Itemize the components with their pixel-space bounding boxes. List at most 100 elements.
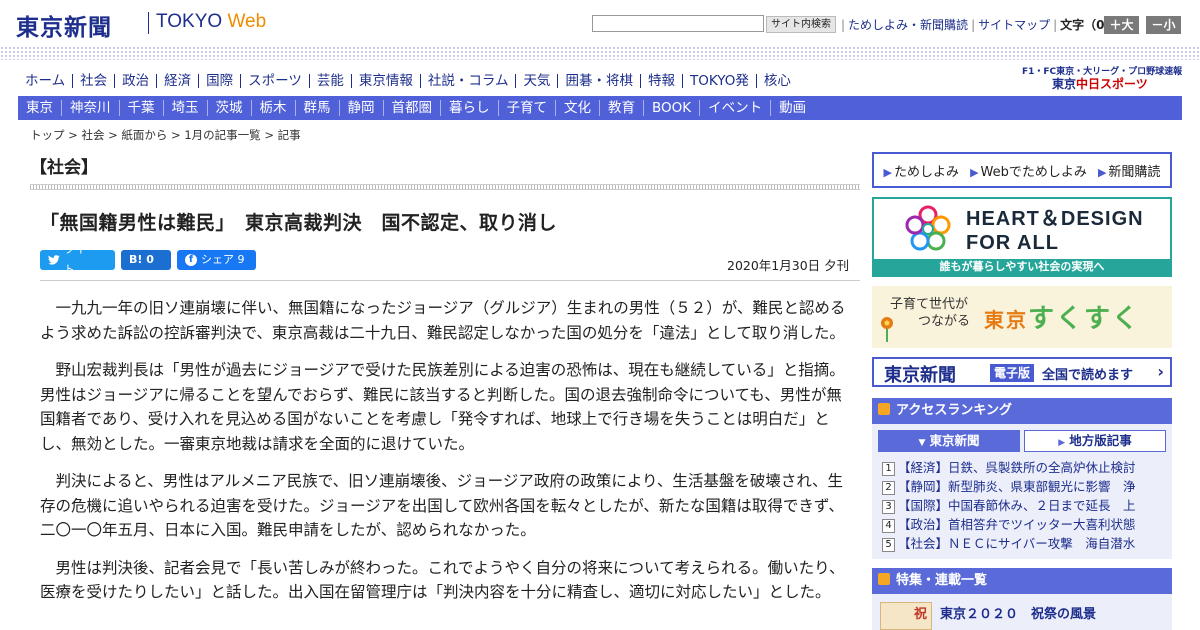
regional-nav-item[interactable]: 千葉 bbox=[120, 100, 164, 116]
site-logo[interactable]: 東京新聞 bbox=[16, 8, 112, 42]
heart-design-caption: 誰もが暮らしやすい社会の実現へ bbox=[874, 259, 1170, 275]
link-separator: | bbox=[1053, 18, 1058, 32]
rank-number: 1 bbox=[882, 462, 895, 476]
link-separator: | bbox=[841, 18, 846, 32]
ranking-item-text: 【社会】ＮＥＣにサイバー攻撃 海自潜水 bbox=[898, 536, 1136, 551]
triangle-down-icon: ▼ bbox=[918, 438, 926, 448]
digital-edition-banner[interactable]: 東京新聞 電子版 全国で読めます › bbox=[872, 357, 1172, 387]
font-smaller-button[interactable]: －小 bbox=[1146, 16, 1181, 34]
ranking-tab-local[interactable]: ▶ 地方版記事 bbox=[1024, 430, 1166, 452]
ranking-tab-local-label: 地方版記事 bbox=[1069, 433, 1132, 448]
nav-item[interactable]: 芸能 bbox=[310, 74, 352, 88]
orange-square-icon bbox=[878, 403, 890, 415]
sukusuku-sub-line1: 子育て世代が bbox=[890, 297, 969, 312]
site-header: 東京新聞 TOKYO Web サイト内検索 | ためしよみ・新聞購読 | サイトマップ… bbox=[0, 0, 1200, 46]
search-input[interactable] bbox=[592, 15, 764, 32]
rank-number: 2 bbox=[882, 481, 895, 495]
regional-nav-item[interactable]: 埼玉 bbox=[164, 100, 208, 116]
regional-nav-item[interactable]: 文化 bbox=[556, 100, 600, 116]
regional-nav-item[interactable]: BOOK bbox=[644, 100, 701, 116]
search-button[interactable]: サイト内検索 bbox=[766, 16, 836, 33]
ranking-item[interactable]: 4 【政治】首相答弁でツイッター大喜利状態 bbox=[882, 515, 1162, 534]
facebook-share-button[interactable]: f シェア 9 bbox=[177, 250, 256, 270]
article-body: 一九九一年の旧ソ連崩壊に伴い、無国籍になったジョージア（グルジア）生まれの男性（… bbox=[40, 296, 850, 618]
link-separator: | bbox=[971, 18, 976, 32]
rank-number: 5 bbox=[882, 538, 895, 552]
heart-design-banner[interactable]: HEART＆DESIGN FOR ALL 誰もが暮らしやすい社会の実現へ bbox=[872, 197, 1172, 277]
orange-square-icon bbox=[878, 573, 890, 585]
regional-nav-item[interactable]: 静岡 bbox=[340, 100, 384, 116]
nav-item[interactable]: ホーム bbox=[18, 74, 74, 88]
nav-item[interactable]: 社会 bbox=[73, 74, 116, 88]
triangle-right-icon: ▶ bbox=[883, 165, 892, 179]
ranking-title: アクセスランキング bbox=[896, 403, 1012, 418]
regional-nav-item[interactable]: 群馬 bbox=[296, 100, 340, 116]
sukusuku-title: 東京すくすく bbox=[984, 298, 1140, 335]
promo-tokyo: 東京 bbox=[1052, 77, 1077, 91]
font-larger-button[interactable]: ＋大 bbox=[1104, 16, 1139, 34]
tweet-button[interactable]: ツイート bbox=[40, 243, 115, 276]
regional-nav-item[interactable]: 子育て bbox=[499, 100, 556, 116]
chunichi-sports-link[interactable]: 東京中日スポーツ bbox=[1052, 75, 1148, 92]
nav-item[interactable]: 経済 bbox=[157, 74, 200, 88]
regional-nav-item[interactable]: 神奈川 bbox=[62, 100, 120, 116]
ranking-item[interactable]: 1 【経済】日鉄、呉製鉄所の全高炉休止検討 bbox=[882, 458, 1162, 477]
logo-divider bbox=[148, 12, 149, 34]
ranking-item[interactable]: 5 【社会】ＮＥＣにサイバー攻撃 海自潜水 bbox=[882, 534, 1162, 553]
web-trial-link[interactable]: ▶ Webでためしよみ bbox=[970, 161, 1087, 180]
breadcrumb-month-list[interactable]: 1月の記事一覧 bbox=[184, 128, 260, 142]
nav-item[interactable]: 特報 bbox=[641, 74, 683, 88]
hatena-bookmark-button[interactable]: B! 0 bbox=[121, 250, 171, 270]
ranking-panel: ▼ 東京新聞 ▶ 地方版記事 1 【経済】日鉄、呉製鉄所の全高炉休止検討 2 【静岡】新… bbox=[872, 424, 1172, 559]
nav-item[interactable]: 囲碁・将棋 bbox=[558, 74, 641, 88]
subscribe-link[interactable]: ▶ 新聞購読 bbox=[1098, 161, 1160, 180]
edition-text: 全国で読めます bbox=[1042, 368, 1134, 383]
article-divider bbox=[40, 280, 860, 281]
regional-nav-item[interactable]: 暮らし bbox=[441, 100, 499, 116]
ranking-header: アクセスランキング bbox=[872, 398, 1172, 424]
nav-item[interactable]: 社説・コラム bbox=[421, 74, 517, 88]
trial-subscribe-box: ▶ ためしよみ ▶ Webでためしよみ ▶ 新聞購読 bbox=[872, 152, 1172, 188]
breadcrumb-print[interactable]: 紙面から bbox=[121, 128, 167, 142]
nav-item[interactable]: 国際 bbox=[199, 74, 242, 88]
regional-nav-item[interactable]: 栃木 bbox=[252, 100, 296, 116]
ranking-item-text: 【経済】日鉄、呉製鉄所の全高炉休止検討 bbox=[898, 460, 1136, 475]
ranking-item[interactable]: 3 【国際】中国春節休み、２日まで延長 上 bbox=[882, 496, 1162, 515]
tokyo-sukusuku-banner[interactable]: 子育て世代が つながる 東京すくすく bbox=[872, 286, 1172, 348]
regional-nav-item[interactable]: 首都圏 bbox=[384, 100, 441, 116]
web-trial-label: Webでためしよみ bbox=[980, 164, 1087, 180]
heart-design-line1: HEART＆DESIGN bbox=[966, 208, 1144, 230]
features-header: 特集・連載一覧 bbox=[872, 568, 1172, 594]
regional-nav-item[interactable]: 茨城 bbox=[208, 100, 252, 116]
regional-nav-item[interactable]: 教育 bbox=[600, 100, 644, 116]
section-title: 【社会】 bbox=[30, 158, 98, 178]
promo-chunichi: 中日スポーツ bbox=[1076, 77, 1148, 91]
breadcrumb-top[interactable]: トップ bbox=[30, 128, 65, 142]
subscribe-link[interactable]: ためしよみ・新聞購読 bbox=[848, 18, 968, 32]
nav-item[interactable]: 核心 bbox=[757, 74, 798, 88]
ranking-tab-tokyo[interactable]: ▼ 東京新聞 bbox=[878, 430, 1020, 452]
nav-item[interactable]: 政治 bbox=[115, 74, 158, 88]
sitemap-link[interactable]: サイトマップ bbox=[978, 18, 1050, 32]
regional-nav-item[interactable]: 動画 bbox=[771, 100, 814, 116]
nav-item[interactable]: 天気 bbox=[516, 74, 559, 88]
regional-nav-item[interactable]: イベント bbox=[700, 100, 772, 116]
regional-nav-item[interactable]: 東京 bbox=[18, 100, 62, 116]
nav-item[interactable]: 東京情報 bbox=[352, 74, 421, 88]
features-panel: 祝 東京２０２０ 祝祭の風景 bbox=[872, 594, 1172, 630]
facebook-icon: f bbox=[185, 254, 197, 266]
nav-item[interactable]: スポーツ bbox=[241, 74, 310, 88]
feature-item-title[interactable]: 東京２０２０ 祝祭の風景 bbox=[940, 603, 1096, 622]
sukusuku-tokyo: 東京 bbox=[984, 308, 1028, 332]
nav-item[interactable]: TOKYO発 bbox=[683, 74, 757, 88]
sukusuku-name: すくすく bbox=[1028, 304, 1141, 334]
site-logo-sub[interactable]: TOKYO Web bbox=[156, 11, 266, 33]
feature-thumbnail[interactable]: 祝 bbox=[880, 602, 932, 630]
breadcrumb-society[interactable]: 社会 bbox=[81, 128, 104, 142]
rank-number: 4 bbox=[882, 519, 895, 533]
ranking-item[interactable]: 2 【静岡】新型肺炎、県東部観光に影響 浄 bbox=[882, 477, 1162, 496]
features-title: 特集・連載一覧 bbox=[896, 573, 988, 588]
chevron-right-icon: › bbox=[1157, 362, 1164, 381]
article-paragraph: 一九九一年の旧ソ連崩壊に伴い、無国籍になったジョージア（グルジア）生まれの男性（… bbox=[40, 299, 846, 342]
trial-read-link[interactable]: ▶ ためしよみ bbox=[884, 161, 959, 180]
